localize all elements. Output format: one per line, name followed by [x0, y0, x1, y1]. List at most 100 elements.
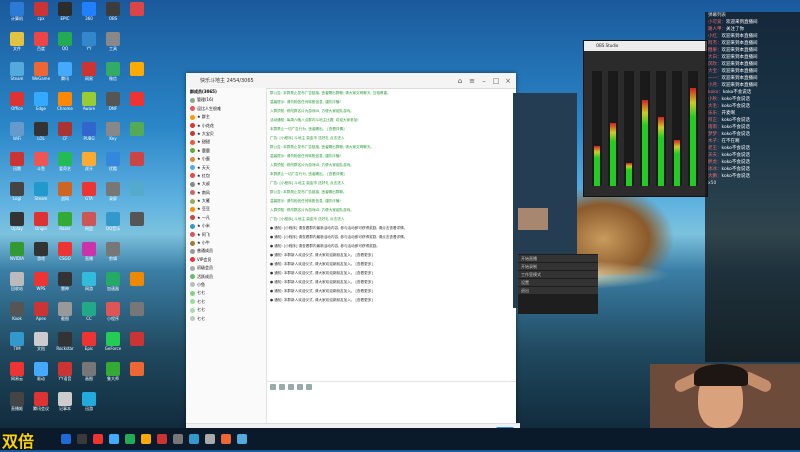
taskbar-app-icon[interactable] — [109, 434, 119, 444]
member-list-panel[interactable]: 群成员(3065) 管理(16) 逗比人生很难 ★ 群主 ★ 小花花 ★ 大宝贝 ★ 甜甜… — [186, 88, 267, 423]
member-item[interactable]: 七七 — [186, 289, 266, 297]
taskbar-app-icon[interactable] — [77, 434, 87, 444]
desktop-icon[interactable]: Steam — [6, 62, 28, 92]
input-toolbar[interactable] — [266, 382, 516, 392]
scissors-icon[interactable] — [279, 384, 285, 390]
taskbar-app-icon[interactable] — [237, 434, 247, 444]
desktop-icon[interactable]: Aware — [78, 92, 100, 122]
desktop-icon[interactable]: Office — [6, 92, 28, 122]
taskbar-app-icon[interactable] — [61, 434, 71, 444]
desktop-icon[interactable]: 加速器 — [102, 272, 124, 302]
desktop-icon[interactable]: 截图 — [54, 302, 76, 332]
desktop-icon[interactable]: PUBG — [78, 122, 100, 152]
desktop-icon[interactable] — [126, 332, 148, 362]
desktop-icon[interactable]: 驱动 — [30, 362, 52, 392]
desktop-icon[interactable]: 回收站 — [6, 272, 28, 302]
desktop-icon[interactable]: 微信 — [102, 62, 124, 92]
desktop-icon[interactable]: 优酷 — [102, 152, 124, 182]
desktop-icon[interactable]: 迅雷 — [6, 152, 28, 182]
desktop-icon[interactable]: 迅游 — [78, 392, 100, 422]
maximize-icon[interactable]: □ — [492, 77, 500, 85]
desktop-icon[interactable]: 网易云 — [6, 362, 28, 392]
danmaku-panel[interactable]: 弹幕列表 小可爱：欢迎来到直播间 路人甲：关注了你 小红：欢迎来到本直播间 阿杰：欢迎… — [705, 12, 800, 362]
desktop-icon[interactable]: 工具 — [102, 32, 124, 62]
desktop-icon[interactable]: EPIC — [54, 2, 76, 32]
desktop-icon[interactable] — [126, 152, 148, 182]
desktop-icon[interactable]: Logi — [6, 182, 28, 212]
member-list[interactable]: 管理(16) 逗比人生很难 ★ 群主 ★ 小花花 ★ 大宝贝 ★ 甜甜 ★ 鹿鹿 ★ 小蛋 ★ … — [186, 96, 266, 323]
desktop-icon[interactable]: TIM — [6, 332, 28, 362]
desktop-icon[interactable]: Uplay — [6, 212, 28, 242]
taskbar-app-icon[interactable] — [157, 434, 167, 444]
mic-icon[interactable] — [306, 384, 312, 390]
desktop-icon[interactable]: 雷神 — [54, 272, 76, 302]
obs-control-button[interactable]: 退出 — [518, 287, 598, 294]
desktop-icon[interactable]: Steam — [30, 182, 52, 212]
obs-control-button[interactable]: 工作室模式 — [518, 271, 598, 278]
desktop-icon[interactable]: 腾讯 — [54, 62, 76, 92]
obs-control-button[interactable]: 开始直播 — [518, 255, 598, 262]
desktop-icon[interactable]: QQ — [54, 32, 76, 62]
desktop-icon[interactable]: OBS — [102, 2, 124, 32]
desktop-icon[interactable]: 360 — [78, 2, 100, 32]
desktop-icon[interactable]: 斗鱼 — [30, 152, 52, 182]
minimize-icon[interactable]: – — [480, 77, 488, 85]
member-item[interactable]: ★ 小米 — [186, 222, 266, 230]
message-list[interactable]: 群公告: 本群禁止发布广告链接, 违者踢出群聊; 请大家文明聊天, 互相尊重。温… — [270, 91, 514, 381]
member-item[interactable]: 普通成员 — [186, 247, 266, 255]
desktop-icon[interactable] — [126, 62, 148, 92]
desktop-icon[interactable]: LOL — [30, 122, 52, 152]
taskbar-app-icon[interactable] — [141, 434, 151, 444]
taskbar[interactable] — [0, 428, 800, 450]
desktop-icon[interactable] — [126, 2, 148, 32]
desktop-icon[interactable]: 虎牙 — [78, 152, 100, 182]
desktop-icon[interactable]: Epic — [78, 332, 100, 362]
desktop-icon[interactable]: 战网 — [54, 182, 76, 212]
member-item[interactable]: ★ 大宝贝 — [186, 130, 266, 138]
desktop-icon[interactable]: Chrome — [54, 92, 76, 122]
taskbar-app-icon[interactable] — [221, 434, 231, 444]
desktop-icon[interactable]: NVIDIA — [6, 242, 28, 272]
chat-titlebar[interactable]: 快乐斗地主 2454/3065 ⌂ ≡ – □ × — [186, 73, 516, 89]
member-item[interactable]: 逗比人生很难 — [186, 105, 266, 113]
desktop-icon[interactable]: 腾讯会议 — [30, 392, 52, 422]
desktop-icon[interactable]: Origin — [30, 212, 52, 242]
desktop-icon[interactable]: Edge — [30, 92, 52, 122]
member-item[interactable]: ★ 阿飞 — [186, 231, 266, 239]
desktop-icon[interactable]: 网盘 — [78, 212, 100, 242]
member-item[interactable]: ★ 甜甜 — [186, 138, 266, 146]
desktop-icon[interactable]: GTA — [78, 182, 100, 212]
desktop-icon[interactable]: 剪辑 — [102, 242, 124, 272]
desktop-icon[interactable] — [126, 182, 148, 212]
audio-fader[interactable] — [592, 71, 602, 186]
audio-fader[interactable] — [688, 71, 698, 186]
taskbar-app-icon[interactable] — [125, 434, 135, 444]
desktop-icon[interactable]: GeForce — [102, 332, 124, 362]
member-item[interactable]: ★ 一凡 — [186, 214, 266, 222]
member-item[interactable]: ★ 小牛 — [186, 239, 266, 247]
desktop-icon[interactable]: cpx — [30, 2, 52, 32]
audio-fader[interactable] — [672, 71, 682, 186]
desktop-icon[interactable]: CC — [78, 302, 100, 332]
desktop-icon[interactable]: Rockstar — [54, 332, 76, 362]
desktop-icon[interactable]: 直播 — [78, 242, 100, 272]
desktop-icon[interactable]: WiFi — [6, 122, 28, 152]
group-chat-window[interactable]: 快乐斗地主 2454/3065 ⌂ ≡ – □ × 群成员(3065) 管理(1… — [186, 73, 520, 437]
desktop-icon[interactable]: 网游 — [78, 272, 100, 302]
member-item[interactable]: 活跃成员 — [186, 273, 266, 281]
desktop-icon[interactable] — [126, 122, 148, 152]
desktop-icon[interactable]: 记事本 — [54, 392, 76, 422]
desktop-icon[interactable]: YY语音 — [54, 362, 76, 392]
member-item[interactable]: 七七 — [186, 306, 266, 314]
desktop-icon[interactable]: Apex — [30, 302, 52, 332]
member-item[interactable]: 七七 — [186, 315, 266, 323]
desktop-icon[interactable]: WPS — [30, 272, 52, 302]
desktop-icon[interactable]: 鲁大师 — [102, 362, 124, 392]
folder-icon[interactable] — [288, 384, 294, 390]
desktop-icon[interactable] — [126, 92, 148, 122]
member-item[interactable]: ★ 小花花 — [186, 122, 266, 130]
desktop-icon[interactable]: 百度 — [30, 32, 52, 62]
image-icon[interactable] — [297, 384, 303, 390]
desktop-icon[interactable]: CSGO — [54, 242, 76, 272]
desktop-icon[interactable]: 网易 — [78, 62, 100, 92]
